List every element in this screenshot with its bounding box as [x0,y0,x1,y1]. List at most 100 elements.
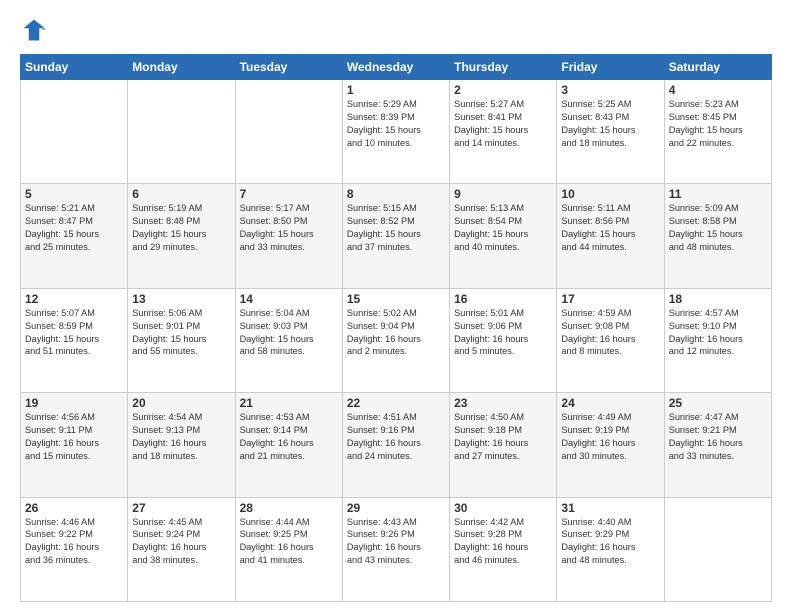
day-number: 16 [454,292,552,306]
day-number: 21 [240,396,338,410]
day-number: 31 [561,501,659,515]
day-info: Sunrise: 4:57 AM Sunset: 9:10 PM Dayligh… [669,307,767,359]
day-info: Sunrise: 4:42 AM Sunset: 9:28 PM Dayligh… [454,516,552,568]
header [20,16,772,44]
day-number: 23 [454,396,552,410]
day-number: 26 [25,501,123,515]
day-number: 15 [347,292,445,306]
calendar-day-header: Monday [128,55,235,80]
calendar-day-cell: 26Sunrise: 4:46 AM Sunset: 9:22 PM Dayli… [21,497,128,601]
calendar-day-cell: 28Sunrise: 4:44 AM Sunset: 9:25 PM Dayli… [235,497,342,601]
day-number: 18 [669,292,767,306]
day-number: 29 [347,501,445,515]
day-number: 28 [240,501,338,515]
calendar-day-header: Thursday [450,55,557,80]
day-info: Sunrise: 5:02 AM Sunset: 9:04 PM Dayligh… [347,307,445,359]
day-number: 3 [561,83,659,97]
calendar-week-row: 12Sunrise: 5:07 AM Sunset: 8:59 PM Dayli… [21,288,772,392]
day-number: 22 [347,396,445,410]
day-number: 25 [669,396,767,410]
calendar-day-cell [21,80,128,184]
day-number: 4 [669,83,767,97]
day-number: 8 [347,187,445,201]
calendar-day-header: Friday [557,55,664,80]
calendar-day-cell: 19Sunrise: 4:56 AM Sunset: 9:11 PM Dayli… [21,393,128,497]
day-number: 30 [454,501,552,515]
calendar-day-cell: 6Sunrise: 5:19 AM Sunset: 8:48 PM Daylig… [128,184,235,288]
calendar-day-header: Tuesday [235,55,342,80]
day-info: Sunrise: 4:53 AM Sunset: 9:14 PM Dayligh… [240,411,338,463]
calendar-table: SundayMondayTuesdayWednesdayThursdayFrid… [20,54,772,602]
day-info: Sunrise: 5:15 AM Sunset: 8:52 PM Dayligh… [347,202,445,254]
calendar-day-cell: 14Sunrise: 5:04 AM Sunset: 9:03 PM Dayli… [235,288,342,392]
day-number: 14 [240,292,338,306]
calendar-day-header: Wednesday [342,55,449,80]
day-info: Sunrise: 5:09 AM Sunset: 8:58 PM Dayligh… [669,202,767,254]
day-info: Sunrise: 4:44 AM Sunset: 9:25 PM Dayligh… [240,516,338,568]
day-info: Sunrise: 4:51 AM Sunset: 9:16 PM Dayligh… [347,411,445,463]
day-number: 1 [347,83,445,97]
day-info: Sunrise: 5:04 AM Sunset: 9:03 PM Dayligh… [240,307,338,359]
day-info: Sunrise: 4:43 AM Sunset: 9:26 PM Dayligh… [347,516,445,568]
calendar-week-row: 5Sunrise: 5:21 AM Sunset: 8:47 PM Daylig… [21,184,772,288]
calendar-day-cell: 8Sunrise: 5:15 AM Sunset: 8:52 PM Daylig… [342,184,449,288]
logo-icon [20,16,48,44]
day-info: Sunrise: 4:49 AM Sunset: 9:19 PM Dayligh… [561,411,659,463]
day-info: Sunrise: 5:27 AM Sunset: 8:41 PM Dayligh… [454,98,552,150]
calendar-day-cell [128,80,235,184]
calendar-week-row: 26Sunrise: 4:46 AM Sunset: 9:22 PM Dayli… [21,497,772,601]
day-number: 10 [561,187,659,201]
day-number: 7 [240,187,338,201]
calendar-day-cell: 24Sunrise: 4:49 AM Sunset: 9:19 PM Dayli… [557,393,664,497]
calendar-day-header: Sunday [21,55,128,80]
calendar-day-cell: 10Sunrise: 5:11 AM Sunset: 8:56 PM Dayli… [557,184,664,288]
calendar-day-cell: 9Sunrise: 5:13 AM Sunset: 8:54 PM Daylig… [450,184,557,288]
day-number: 24 [561,396,659,410]
calendar-day-cell: 4Sunrise: 5:23 AM Sunset: 8:45 PM Daylig… [664,80,771,184]
calendar-day-cell: 7Sunrise: 5:17 AM Sunset: 8:50 PM Daylig… [235,184,342,288]
day-number: 13 [132,292,230,306]
calendar-day-cell: 11Sunrise: 5:09 AM Sunset: 8:58 PM Dayli… [664,184,771,288]
calendar-week-row: 19Sunrise: 4:56 AM Sunset: 9:11 PM Dayli… [21,393,772,497]
day-number: 17 [561,292,659,306]
day-info: Sunrise: 4:47 AM Sunset: 9:21 PM Dayligh… [669,411,767,463]
calendar-day-cell: 30Sunrise: 4:42 AM Sunset: 9:28 PM Dayli… [450,497,557,601]
page: SundayMondayTuesdayWednesdayThursdayFrid… [0,0,792,612]
calendar-day-cell: 23Sunrise: 4:50 AM Sunset: 9:18 PM Dayli… [450,393,557,497]
day-info: Sunrise: 4:50 AM Sunset: 9:18 PM Dayligh… [454,411,552,463]
day-info: Sunrise: 5:07 AM Sunset: 8:59 PM Dayligh… [25,307,123,359]
calendar-day-cell: 18Sunrise: 4:57 AM Sunset: 9:10 PM Dayli… [664,288,771,392]
day-info: Sunrise: 5:13 AM Sunset: 8:54 PM Dayligh… [454,202,552,254]
calendar-day-cell: 20Sunrise: 4:54 AM Sunset: 9:13 PM Dayli… [128,393,235,497]
calendar-day-cell: 1Sunrise: 5:29 AM Sunset: 8:39 PM Daylig… [342,80,449,184]
calendar-day-cell: 12Sunrise: 5:07 AM Sunset: 8:59 PM Dayli… [21,288,128,392]
calendar-week-row: 1Sunrise: 5:29 AM Sunset: 8:39 PM Daylig… [21,80,772,184]
day-info: Sunrise: 4:56 AM Sunset: 9:11 PM Dayligh… [25,411,123,463]
day-info: Sunrise: 4:45 AM Sunset: 9:24 PM Dayligh… [132,516,230,568]
day-number: 9 [454,187,552,201]
day-info: Sunrise: 4:54 AM Sunset: 9:13 PM Dayligh… [132,411,230,463]
calendar-day-cell: 22Sunrise: 4:51 AM Sunset: 9:16 PM Dayli… [342,393,449,497]
calendar-day-cell: 25Sunrise: 4:47 AM Sunset: 9:21 PM Dayli… [664,393,771,497]
calendar-day-cell [235,80,342,184]
calendar-day-cell: 3Sunrise: 5:25 AM Sunset: 8:43 PM Daylig… [557,80,664,184]
calendar-day-cell [664,497,771,601]
day-info: Sunrise: 5:21 AM Sunset: 8:47 PM Dayligh… [25,202,123,254]
calendar-day-cell: 2Sunrise: 5:27 AM Sunset: 8:41 PM Daylig… [450,80,557,184]
logo [20,16,52,44]
calendar-day-header: Saturday [664,55,771,80]
calendar-day-cell: 5Sunrise: 5:21 AM Sunset: 8:47 PM Daylig… [21,184,128,288]
day-info: Sunrise: 5:23 AM Sunset: 8:45 PM Dayligh… [669,98,767,150]
day-info: Sunrise: 4:59 AM Sunset: 9:08 PM Dayligh… [561,307,659,359]
calendar-day-cell: 27Sunrise: 4:45 AM Sunset: 9:24 PM Dayli… [128,497,235,601]
day-number: 6 [132,187,230,201]
calendar-header-row: SundayMondayTuesdayWednesdayThursdayFrid… [21,55,772,80]
calendar-day-cell: 21Sunrise: 4:53 AM Sunset: 9:14 PM Dayli… [235,393,342,497]
day-info: Sunrise: 5:06 AM Sunset: 9:01 PM Dayligh… [132,307,230,359]
calendar-day-cell: 16Sunrise: 5:01 AM Sunset: 9:06 PM Dayli… [450,288,557,392]
day-info: Sunrise: 5:25 AM Sunset: 8:43 PM Dayligh… [561,98,659,150]
calendar-day-cell: 17Sunrise: 4:59 AM Sunset: 9:08 PM Dayli… [557,288,664,392]
day-number: 2 [454,83,552,97]
calendar-day-cell: 29Sunrise: 4:43 AM Sunset: 9:26 PM Dayli… [342,497,449,601]
day-info: Sunrise: 4:40 AM Sunset: 9:29 PM Dayligh… [561,516,659,568]
